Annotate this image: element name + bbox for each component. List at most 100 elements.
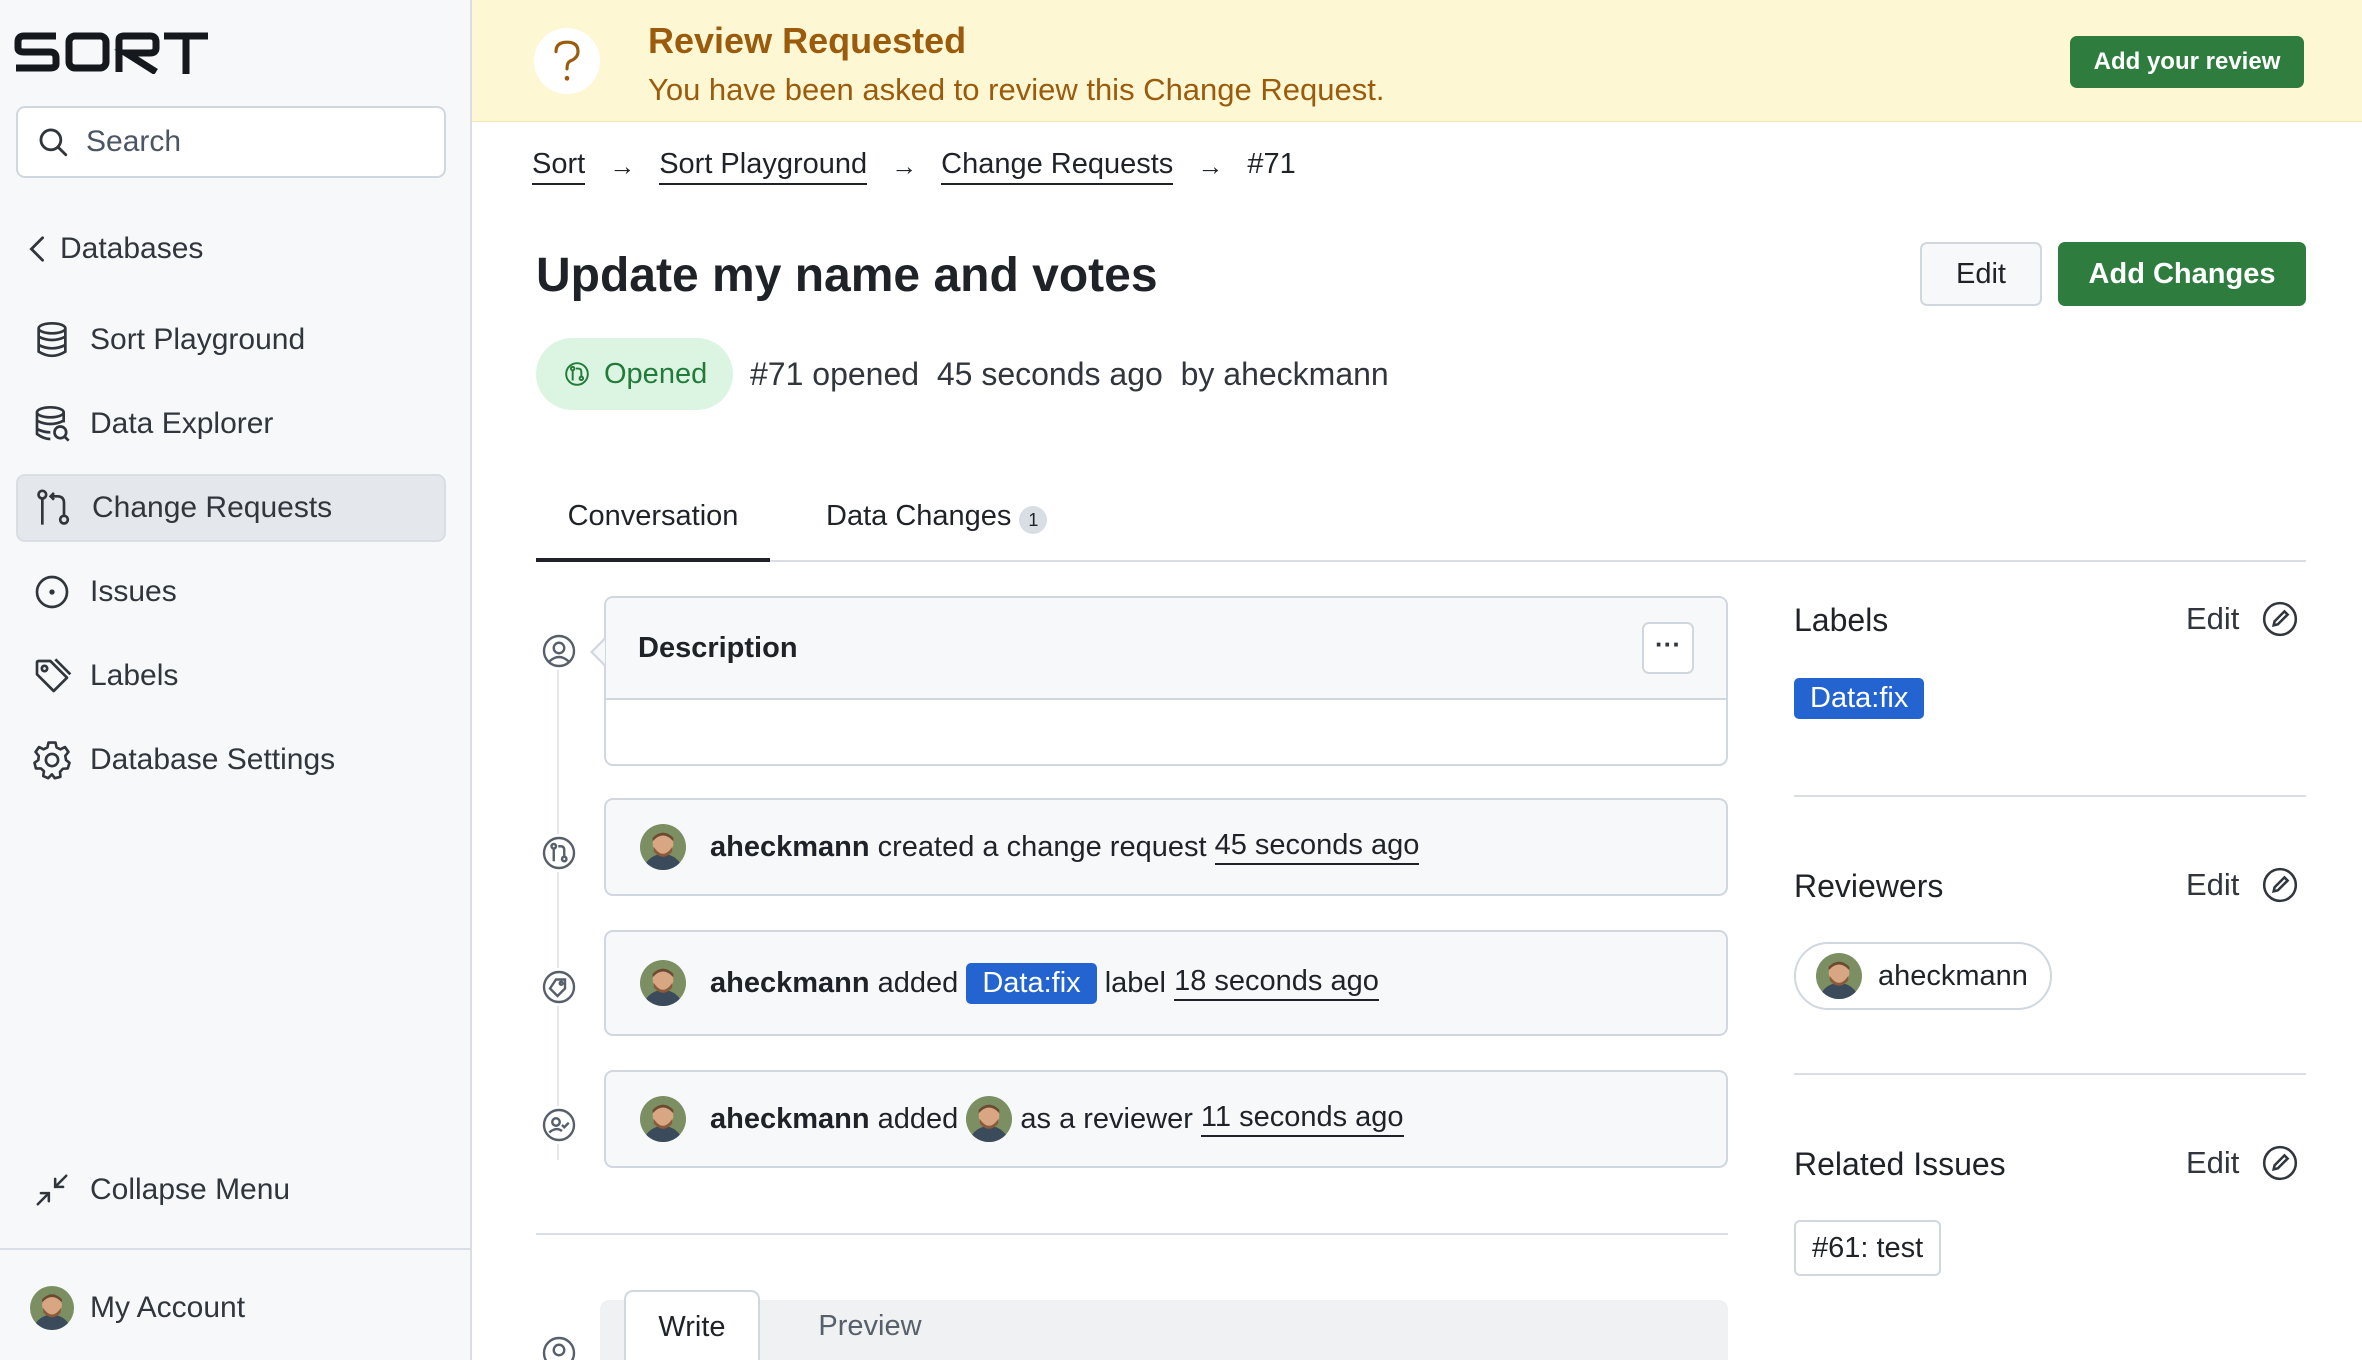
page-title: Update my name and votes xyxy=(536,249,1158,302)
tab-bar: Conversation Data Changes 1 xyxy=(536,490,2306,562)
more-options-icon[interactable]: ··· xyxy=(1642,622,1694,674)
comment-editor-tabs xyxy=(600,1300,1728,1360)
tab-data-changes[interactable]: Data Changes 1 xyxy=(826,490,1048,562)
tab-label: Conversation xyxy=(567,500,739,532)
search-icon xyxy=(39,128,68,157)
back-label: Databases xyxy=(60,232,204,265)
add-changes-button[interactable]: Add Changes xyxy=(2058,242,2306,306)
related-issues-edit-button[interactable]: Edit xyxy=(2186,1144,2299,1182)
search-input[interactable] xyxy=(86,125,416,159)
collapse-menu-button[interactable]: Collapse Menu xyxy=(16,1156,446,1224)
pencil-circle-icon xyxy=(2263,867,2298,903)
reviewer-event-icon xyxy=(540,1106,578,1144)
timeline-line xyxy=(557,640,559,1160)
event-user[interactable]: aheckmann xyxy=(710,967,870,1000)
sidebar-item-database-settings[interactable]: Database Settings xyxy=(16,726,446,794)
status-label: Opened xyxy=(604,357,708,390)
reviewer-name: aheckmann xyxy=(1878,959,2028,992)
breadcrumb-sort-playground[interactable]: Sort Playground xyxy=(659,148,868,185)
status-badge: Opened xyxy=(536,338,733,410)
sidebar-item-label: Sort Playground xyxy=(90,323,306,356)
reviewers-title: Reviewers xyxy=(1794,868,1944,904)
question-icon xyxy=(534,28,600,94)
app-logo[interactable] xyxy=(14,30,210,75)
tab-preview[interactable]: Preview xyxy=(790,1290,950,1360)
event-time[interactable]: 11 seconds ago xyxy=(1200,1101,1404,1137)
my-account-button[interactable]: My Account xyxy=(16,1274,446,1342)
card-notch-inner xyxy=(593,640,605,664)
timeline-event-label-added: aheckmann added Data:fix label 18 second… xyxy=(604,930,1728,1036)
reviewer-chip[interactable]: aheckmann xyxy=(1794,942,2052,1010)
timeline-event-reviewer-added: aheckmann added as a reviewer 11 seconds… xyxy=(604,1070,1728,1168)
reviewers-edit-button[interactable]: Edit xyxy=(2186,866,2299,904)
timeline-divider xyxy=(536,1233,1728,1235)
related-issue-chip[interactable]: #61: test xyxy=(1794,1220,1942,1276)
sidebar-item-label: Database Settings xyxy=(90,743,336,776)
event-text: as a reviewer xyxy=(1012,1102,1201,1135)
sidebar-item-label: Issues xyxy=(90,575,177,608)
account-label: My Account xyxy=(90,1291,246,1324)
collapse-icon xyxy=(30,1168,74,1212)
edit-label: Edit xyxy=(2186,1145,2240,1180)
description-card: Description ··· xyxy=(604,596,1728,766)
tab-write[interactable]: Write xyxy=(624,1290,760,1360)
collapse-label: Collapse Menu xyxy=(90,1173,291,1206)
review-requested-banner: Review Requested You have been asked to … xyxy=(472,0,2362,122)
edit-label: Edit xyxy=(2186,867,2240,902)
sidebar: Databases Sort Playground Data Explorer … xyxy=(0,0,472,1360)
database-icon xyxy=(30,318,74,362)
event-user[interactable]: aheckmann xyxy=(710,1103,870,1136)
timeline-event-created: aheckmann created a change request 45 se… xyxy=(604,798,1728,896)
side-divider xyxy=(1794,795,2306,797)
reviewer-avatar[interactable] xyxy=(966,1096,1013,1142)
breadcrumb-sort[interactable]: Sort xyxy=(532,148,586,185)
tab-count-badge: 1 xyxy=(1019,506,1048,534)
sidebar-item-change-requests[interactable]: Change Requests xyxy=(16,474,446,542)
pull-request-open-icon xyxy=(565,362,589,386)
tab-conversation[interactable]: Conversation xyxy=(536,490,770,562)
event-time[interactable]: 45 seconds ago xyxy=(1214,829,1420,865)
arrow-right-icon: → xyxy=(1197,151,1224,181)
sidebar-divider xyxy=(0,1248,470,1250)
label-chip[interactable]: Data:fix xyxy=(1794,678,1925,719)
pencil-circle-icon xyxy=(2263,1145,2298,1181)
person-circle-icon xyxy=(540,1334,578,1360)
edit-label: Edit xyxy=(2186,601,2240,636)
event-time[interactable]: 18 seconds ago xyxy=(1174,965,1379,1001)
label-chip[interactable]: Data:fix xyxy=(966,962,1097,1004)
tag-event-icon xyxy=(540,968,578,1006)
database-search-icon xyxy=(30,402,74,446)
person-circle-icon xyxy=(540,632,578,670)
event-user[interactable]: aheckmann xyxy=(710,831,870,864)
description-title: Description xyxy=(638,631,798,664)
back-to-databases-link[interactable]: Databases xyxy=(28,232,203,266)
edit-button[interactable]: Edit xyxy=(1920,242,2042,306)
sidebar-item-sort-playground[interactable]: Sort Playground xyxy=(16,306,446,374)
labels-edit-button[interactable]: Edit xyxy=(2186,600,2299,638)
sidebar-item-data-explorer[interactable]: Data Explorer xyxy=(16,390,446,458)
event-text: created a change request xyxy=(869,830,1215,863)
gear-icon xyxy=(30,738,74,782)
labels-list: Data:fix xyxy=(1794,678,1925,719)
search-box[interactable] xyxy=(16,106,446,178)
breadcrumb-change-requests[interactable]: Change Requests xyxy=(941,148,1174,185)
user-avatar xyxy=(640,960,686,1006)
tag-icon xyxy=(30,654,74,698)
banner-text: You have been asked to review this Chang… xyxy=(648,72,1385,107)
event-text: added xyxy=(869,966,967,999)
related-issues-title: Related Issues xyxy=(1794,1146,2006,1182)
user-avatar xyxy=(1816,953,1862,999)
event-text: label xyxy=(1096,966,1175,999)
tab-label: Data Changes xyxy=(826,500,1012,532)
add-your-review-button[interactable]: Add your review xyxy=(2070,36,2304,88)
sidebar-item-label: Change Requests xyxy=(92,491,333,524)
event-text: added xyxy=(869,1102,967,1135)
user-avatar xyxy=(640,1096,686,1142)
pull-request-icon xyxy=(32,486,76,530)
description-header: Description ··· xyxy=(606,598,1726,700)
sidebar-item-labels[interactable]: Labels xyxy=(16,642,446,710)
chevron-left-icon xyxy=(29,236,44,262)
arrow-right-icon: → xyxy=(609,151,636,181)
user-avatar xyxy=(640,824,686,870)
sidebar-item-issues[interactable]: Issues xyxy=(16,558,446,626)
